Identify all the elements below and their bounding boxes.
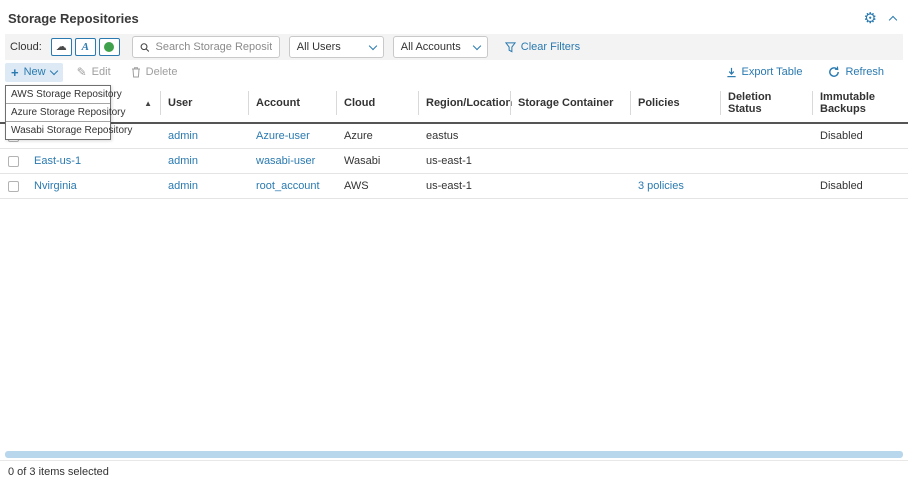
chevron-down-icon bbox=[49, 66, 58, 76]
menu-item-aws-storage-repository[interactable]: AWS Storage Repository bbox=[6, 86, 122, 104]
table-row: East-us-1 admin wasabi-user Wasabi us-ea… bbox=[0, 148, 908, 174]
region-value: eastus bbox=[426, 130, 459, 142]
chevron-down-icon bbox=[368, 41, 378, 51]
account-link[interactable]: wasabi-user bbox=[256, 155, 315, 167]
status-bar: 0 of 3 items selected bbox=[0, 460, 908, 482]
azure-cloud-filter-button[interactable]: A bbox=[74, 38, 96, 56]
table-row: admin Azure-user Azure eastus Disabled bbox=[0, 123, 908, 149]
menu-item-wasabi-storage-repository[interactable]: Wasabi Storage Repository bbox=[6, 122, 132, 139]
accounts-filter-select[interactable]: All Accounts bbox=[392, 36, 488, 58]
toolbar: + New ✎ Edit Delete Export Table Refresh bbox=[0, 60, 908, 84]
toolbar-right: Export Table Refresh bbox=[720, 63, 900, 81]
column-header-user[interactable]: User bbox=[160, 84, 248, 124]
trash-icon bbox=[131, 67, 140, 78]
new-menu: AWS Storage Repository Azure Storage Rep… bbox=[5, 85, 132, 140]
wasabi-cloud-icon bbox=[104, 42, 115, 52]
settings-gear-icon[interactable]: ⚙ bbox=[864, 11, 877, 26]
users-filter-value: All Users bbox=[296, 41, 341, 53]
selection-count: 0 of 3 items selected bbox=[8, 465, 109, 478]
user-link[interactable]: admin bbox=[168, 180, 198, 192]
cloud-value: Wasabi bbox=[344, 155, 381, 167]
cloud-filter-label: Cloud: bbox=[10, 41, 42, 53]
search-box bbox=[131, 36, 280, 58]
download-icon bbox=[726, 67, 736, 77]
export-table-button[interactable]: Export Table bbox=[720, 63, 809, 81]
clear-filters-button[interactable]: Clear Filters bbox=[504, 41, 581, 53]
accounts-filter-value: All Accounts bbox=[400, 41, 461, 53]
collapse-chevron-up-icon[interactable] bbox=[888, 15, 898, 25]
refresh-label: Refresh bbox=[845, 66, 884, 78]
clear-filters-label: Clear Filters bbox=[520, 41, 581, 53]
region-value: us-east-1 bbox=[426, 180, 472, 192]
menu-item-azure-storage-repository[interactable]: Azure Storage Repository bbox=[6, 104, 126, 122]
page-header: Storage Repositories ⚙ bbox=[0, 0, 908, 34]
export-table-label: Export Table bbox=[741, 66, 803, 78]
horizontal-scrollbar[interactable] bbox=[5, 451, 903, 458]
new-button[interactable]: + New bbox=[5, 62, 63, 82]
edit-pencil-icon: ✎ bbox=[76, 65, 87, 79]
user-link[interactable]: admin bbox=[168, 130, 198, 142]
azure-cloud-icon: A bbox=[81, 40, 89, 53]
chevron-down-icon bbox=[472, 41, 482, 51]
cloud-value: Azure bbox=[344, 130, 373, 142]
delete-button[interactable]: Delete bbox=[125, 63, 184, 81]
funnel-icon bbox=[504, 41, 516, 52]
user-link[interactable]: admin bbox=[168, 155, 198, 167]
edit-button[interactable]: ✎ Edit bbox=[71, 63, 117, 81]
region-value: us-east-1 bbox=[426, 155, 472, 167]
column-header-cloud[interactable]: Cloud bbox=[336, 84, 418, 124]
column-header-deletion-status[interactable]: Deletion Status bbox=[720, 84, 812, 124]
column-header-policies[interactable]: Policies bbox=[630, 84, 720, 124]
page-title: Storage Repositories bbox=[8, 10, 139, 26]
header-icons: ⚙ bbox=[864, 11, 898, 26]
storage-repositories-table: Name ▲ User Account Cloud Region/Locatio… bbox=[0, 84, 908, 199]
table-row: Nvirginia admin root_account AWS us-east… bbox=[0, 173, 908, 199]
repository-name-link[interactable]: Nvirginia bbox=[34, 180, 77, 192]
table-header-row: Name ▲ User Account Cloud Region/Locatio… bbox=[0, 84, 908, 124]
refresh-icon bbox=[829, 66, 840, 77]
policies-link[interactable]: 3 policies bbox=[638, 180, 684, 192]
account-link[interactable]: root_account bbox=[256, 180, 320, 192]
plus-icon: + bbox=[11, 64, 19, 80]
aws-cloud-icon: ☁ bbox=[55, 40, 67, 53]
search-icon bbox=[140, 42, 150, 52]
wasabi-cloud-filter-button[interactable] bbox=[98, 38, 120, 56]
refresh-button[interactable]: Refresh bbox=[822, 63, 890, 81]
immutable-backups-value: Disabled bbox=[820, 130, 863, 142]
new-button-label: New bbox=[23, 66, 46, 78]
aws-cloud-filter-button[interactable]: ☁ bbox=[50, 38, 72, 56]
column-header-immutable-backups[interactable]: Immutable Backups bbox=[812, 84, 908, 124]
cloud-value: AWS bbox=[344, 180, 369, 192]
search-input[interactable] bbox=[155, 41, 272, 53]
sort-ascending-icon[interactable]: ▲ bbox=[144, 99, 152, 108]
row-checkbox[interactable] bbox=[8, 180, 19, 192]
storage-repositories-page: Storage Repositories ⚙ Cloud: ☁ A All Us… bbox=[0, 0, 908, 482]
repository-name-link[interactable]: East-us-1 bbox=[34, 155, 81, 167]
column-header-storage-container[interactable]: Storage Container bbox=[510, 84, 630, 124]
users-filter-select[interactable]: All Users bbox=[288, 36, 384, 58]
immutable-backups-value: Disabled bbox=[820, 180, 863, 192]
row-checkbox[interactable] bbox=[8, 155, 19, 167]
edit-button-label: Edit bbox=[91, 66, 111, 78]
cloud-filter-buttons: ☁ A bbox=[50, 38, 120, 56]
delete-button-label: Delete bbox=[145, 66, 178, 78]
column-header-account[interactable]: Account bbox=[248, 84, 336, 124]
column-header-region[interactable]: Region/Location bbox=[418, 84, 512, 124]
filter-bar: Cloud: ☁ A All Users All Accounts C bbox=[5, 34, 903, 60]
account-link[interactable]: Azure-user bbox=[256, 130, 310, 142]
